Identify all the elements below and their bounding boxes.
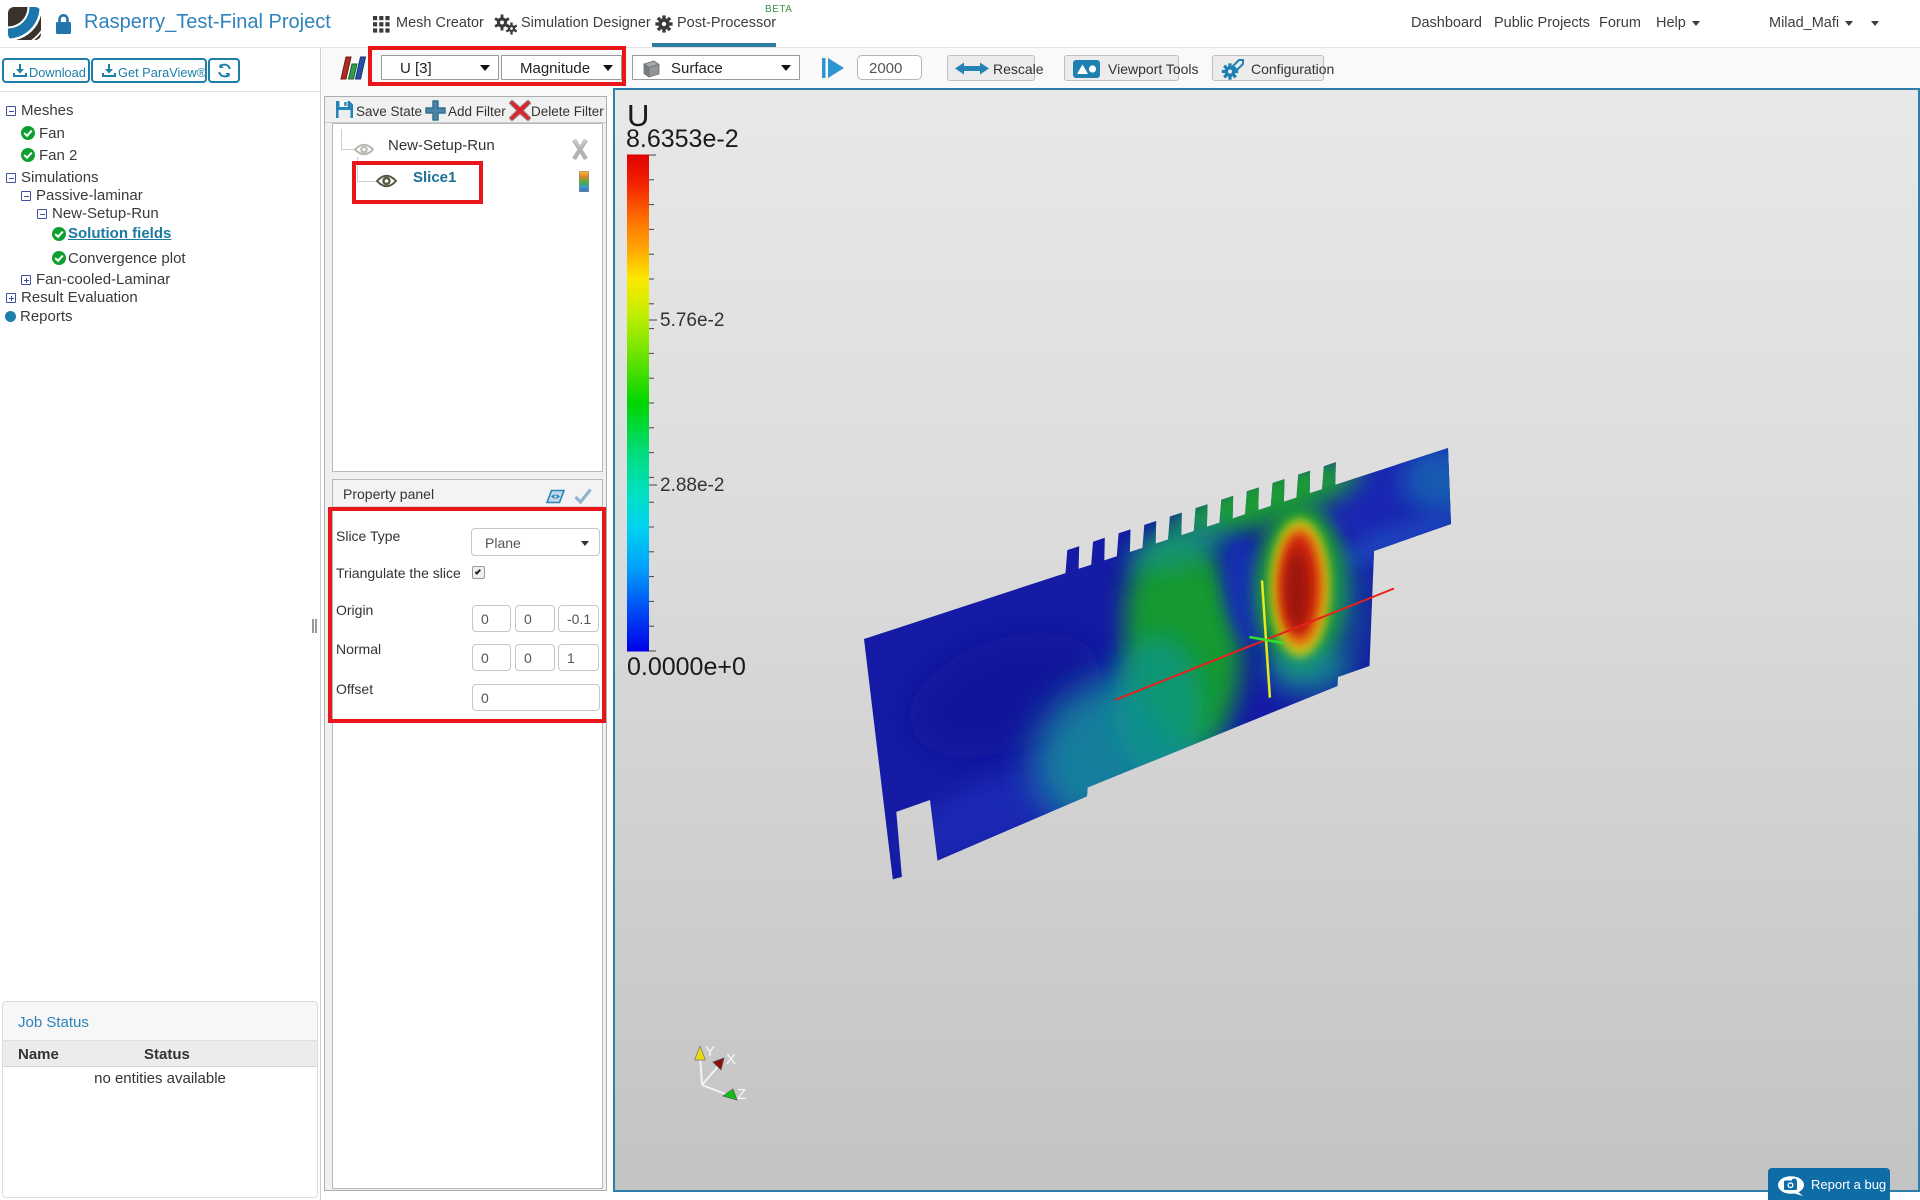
svg-text:5.76e-2: 5.76e-2 <box>660 310 724 331</box>
svg-text:X: X <box>726 1051 736 1068</box>
svg-text:2.88e-2: 2.88e-2 <box>660 475 724 496</box>
svg-text:Y: Y <box>705 1043 715 1060</box>
svg-text:Z: Z <box>737 1086 746 1103</box>
